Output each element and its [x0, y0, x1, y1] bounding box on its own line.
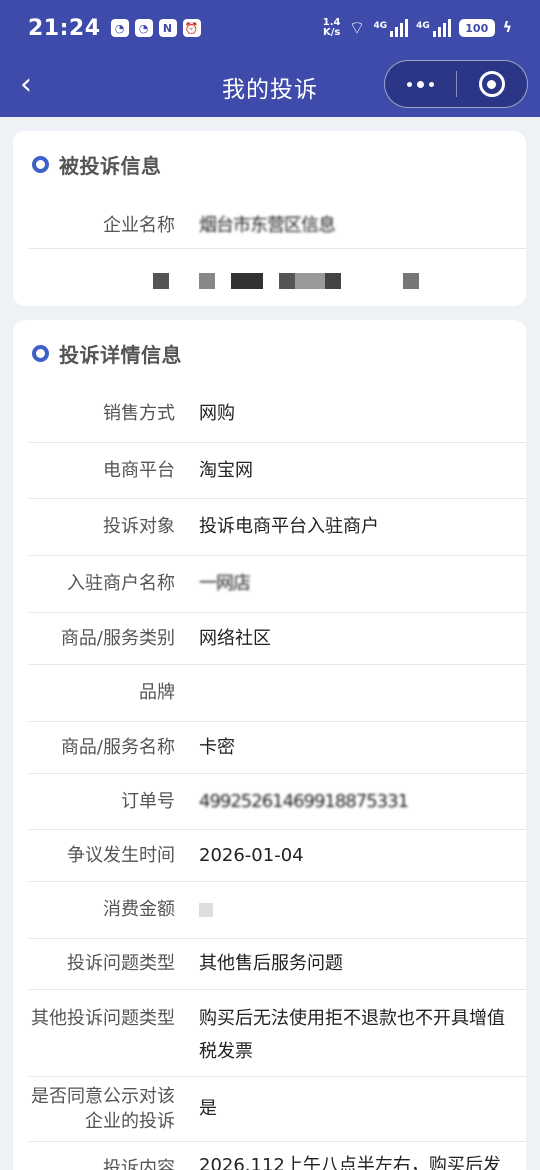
detail-row-complaint-content: 投诉内容 2026.112上午八点半左右，购买后发	[103, 1155, 501, 1170]
mini-program-capsule	[384, 60, 528, 108]
battery-icon: 100	[458, 19, 495, 37]
detail-row-order-number: 订单号 49925261469918875331	[29, 774, 526, 830]
section-header: 投诉详情信息	[13, 320, 526, 386]
close-mini-program-button[interactable]	[457, 61, 527, 107]
detail-row-issue-type: 投诉问题类型 其他售后服务问题	[29, 939, 526, 990]
detail-row-other-issue: 其他投诉问题类型 购买后无法使用拒不退款也不开具增值税发票	[29, 990, 526, 1077]
detail-row-sales-method: 销售方式 网购	[29, 386, 526, 443]
target-icon	[478, 71, 505, 97]
detail-row-target: 投诉对象 投诉电商平台入驻商户	[29, 499, 526, 556]
detail-row-dispute-date: 争议发生时间 2026-01-04	[29, 830, 526, 882]
section-header: 被投诉信息	[13, 131, 526, 197]
nfc-icon: N	[158, 19, 177, 37]
notification-icons: ◔ ◔ N ⏰	[110, 19, 201, 37]
company-row: 企业名称 烟台市东营区信息	[29, 203, 526, 249]
wifi-icon: ⌔	[348, 17, 366, 39]
alarm-icon: ⏰	[182, 19, 201, 37]
company-name: 烟台市东营区信息	[199, 214, 336, 236]
complainee-card: 被投诉信息 企业名称 烟台市东营区信息	[13, 131, 526, 306]
wechat-icon: ◔	[134, 19, 153, 37]
detail-row-product: 商品/服务名称 卡密	[29, 722, 526, 774]
redacted-amount	[199, 903, 213, 917]
section-dot-icon	[32, 155, 49, 173]
signal-icon: 4G	[416, 19, 451, 37]
redacted-info	[153, 273, 419, 289]
status-time: 21:24	[28, 15, 101, 41]
net-speed: 1.4 K/s	[322, 17, 341, 38]
more-button[interactable]	[385, 61, 456, 107]
nav-bar: ‹ 我的投诉	[0, 56, 540, 117]
charging-icon: ϟ	[502, 20, 512, 36]
detail-row-category: 商品/服务类别 网络社区	[29, 613, 526, 665]
page-title: 我的投诉	[222, 76, 318, 103]
detail-row-publish-consent: 是否同意公示对该企业的投诉 是	[29, 1077, 526, 1142]
signal-icon: 4G	[373, 19, 409, 37]
detail-row-merchant: 入驻商户名称 一网店	[29, 556, 526, 613]
status-indicators: 1.4 K/s ⌔ 4G 4G 100 ϟ	[323, 17, 512, 40]
detail-row-brand: 品牌	[29, 665, 526, 722]
back-button[interactable]: ‹	[20, 70, 50, 102]
wechat-icon: ◔	[110, 19, 129, 37]
detail-row-amount: 消费金额	[29, 882, 526, 939]
section-dot-icon	[32, 344, 49, 362]
status-bar: 21:24 ◔ ◔ N ⏰ 1.4 K/s ⌔ 4G 4G 100 ϟ	[0, 0, 540, 56]
more-icon	[407, 81, 412, 87]
detail-row-platform: 电商平台 淘宝网	[29, 443, 526, 499]
complaint-detail-card: 投诉详情信息 销售方式 网购 电商平台 淘宝网 投诉对象 投诉电商平台入驻商户 …	[13, 320, 526, 1170]
app-header: 21:24 ◔ ◔ N ⏰ 1.4 K/s ⌔ 4G 4G 100 ϟ ‹ 我的…	[0, 0, 540, 117]
